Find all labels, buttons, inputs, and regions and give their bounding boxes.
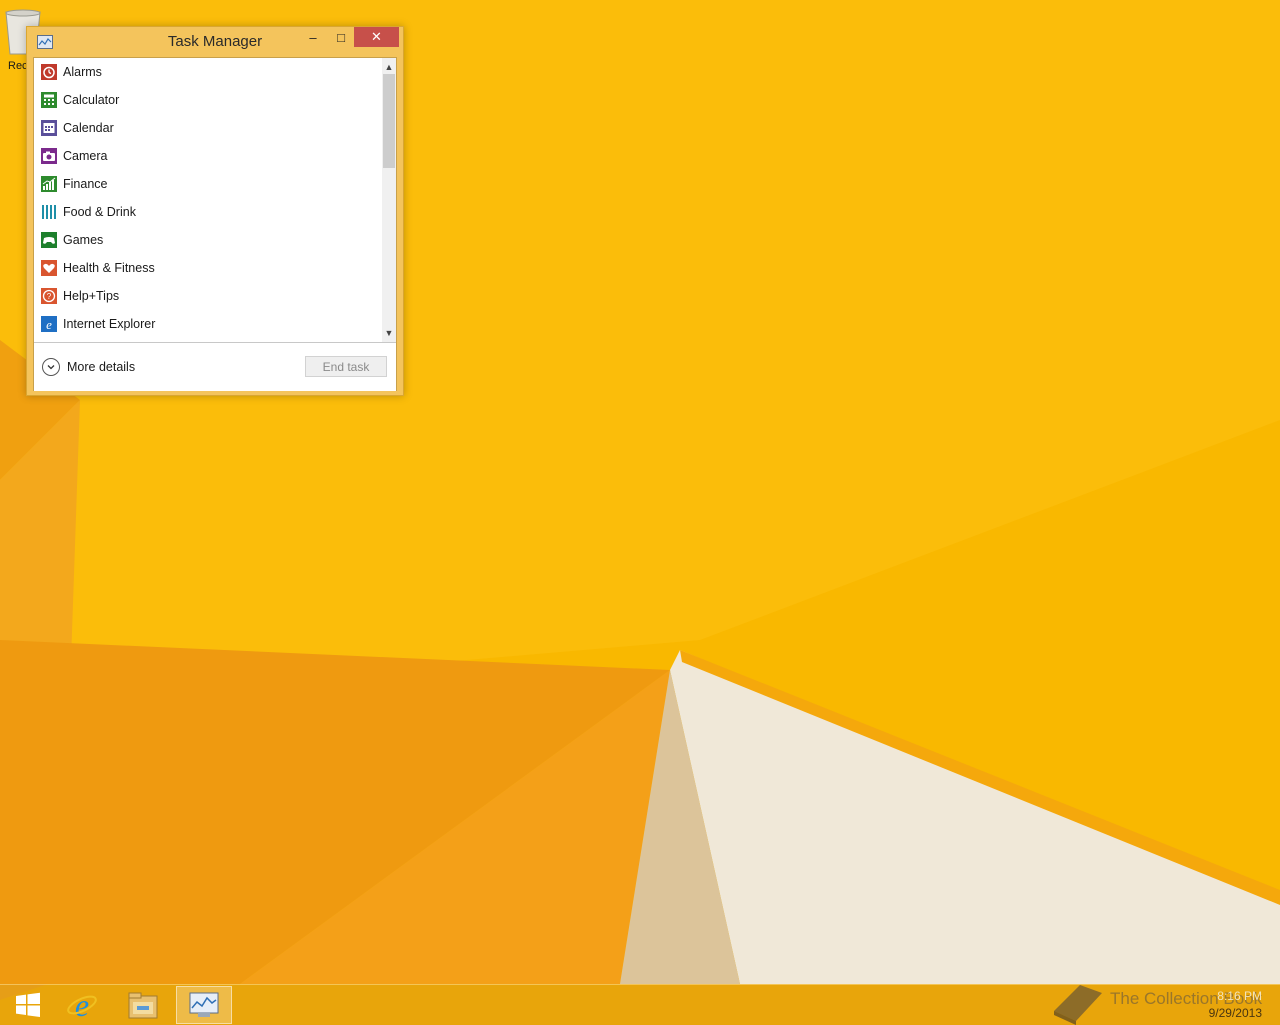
list-item[interactable]: Finance (34, 170, 382, 198)
taskbar-task-manager[interactable] (176, 986, 232, 1024)
internet-explorer-icon: e (67, 989, 97, 1021)
games-icon (41, 232, 57, 248)
task-manager-icon[interactable] (37, 35, 53, 49)
file-explorer-icon (128, 992, 158, 1019)
more-details-button[interactable]: More details (42, 358, 135, 376)
app-name: Calendar (63, 121, 114, 135)
maximize-icon: □ (337, 29, 345, 45)
vertical-scrollbar[interactable]: ▲ ▼ (382, 58, 396, 342)
calendar-icon (41, 120, 57, 136)
taskbar-file-explorer[interactable] (115, 986, 171, 1024)
food-drink-icon (41, 204, 57, 220)
more-details-label: More details (67, 360, 136, 374)
minimize-button[interactable]: – (299, 27, 327, 47)
finance-icon (41, 176, 57, 192)
app-name: Help+Tips (63, 289, 120, 303)
list-item[interactable]: Camera (34, 142, 382, 170)
close-icon: ✕ (371, 29, 382, 44)
calculator-icon (41, 92, 57, 108)
chevron-down-icon (42, 358, 60, 376)
svg-text:e: e (46, 317, 52, 332)
recycle-bin-label: Rec (8, 60, 28, 72)
camera-icon (41, 148, 57, 164)
clock-date[interactable]: 9/29/2013 (1209, 1006, 1262, 1020)
end-task-button[interactable]: End task (305, 356, 387, 377)
taskbar-internet-explorer[interactable]: e (54, 986, 110, 1024)
svg-text:e: e (75, 989, 89, 1021)
scrollbar-thumb[interactable] (383, 74, 395, 168)
list-item[interactable]: Food & Drink (34, 198, 382, 226)
list-item[interactable]: ? Help+Tips (34, 282, 382, 310)
app-list: Alarms Calculator Calendar Camera Financ… (34, 58, 382, 342)
book-icon (1054, 985, 1102, 1025)
list-item[interactable]: Health & Fitness (34, 254, 382, 282)
scroll-up-icon[interactable]: ▲ (382, 60, 396, 74)
maximize-button[interactable]: □ (327, 27, 355, 47)
title-bar[interactable]: Task Manager – □ ✕ (27, 27, 403, 57)
task-manager-window: Task Manager – □ ✕ Alarms Calculator Cal… (26, 26, 404, 396)
app-name: Internet Explorer (63, 317, 156, 331)
task-manager-footer: More details End task (34, 342, 396, 391)
close-button[interactable]: ✕ (354, 27, 399, 47)
app-name: Camera (63, 149, 108, 163)
task-manager-icon (189, 992, 219, 1017)
list-item[interactable]: e Internet Explorer (34, 310, 382, 338)
app-name: Calculator (63, 93, 120, 107)
taskbar: e The Collection Book 8:16 PM 9/29/2013 (0, 984, 1280, 1025)
alarm-icon (41, 64, 57, 80)
app-name: Health & Fitness (63, 261, 155, 275)
list-item[interactable]: Calculator (34, 86, 382, 114)
list-item[interactable]: Games (34, 226, 382, 254)
task-manager-body: Alarms Calculator Calendar Camera Financ… (33, 57, 397, 391)
list-item[interactable]: Calendar (34, 114, 382, 142)
app-name: Games (63, 233, 104, 247)
app-name: Alarms (63, 65, 102, 79)
clock-time[interactable]: 8:16 PM (1217, 989, 1262, 1003)
app-name: Finance (63, 177, 108, 191)
svg-text:?: ? (47, 292, 52, 301)
start-button[interactable] (0, 986, 56, 1024)
system-tray: The Collection Book 8:16 PM 9/29/2013 (1050, 985, 1280, 1025)
app-name: Food & Drink (63, 205, 136, 219)
scroll-down-icon[interactable]: ▼ (382, 326, 396, 340)
windows-logo-icon (16, 992, 40, 1017)
internet-explorer-icon: e (41, 316, 57, 332)
minimize-icon: – (309, 29, 317, 45)
help-tips-icon: ? (41, 288, 57, 304)
list-item[interactable]: Alarms (34, 58, 382, 86)
health-fitness-icon (41, 260, 57, 276)
